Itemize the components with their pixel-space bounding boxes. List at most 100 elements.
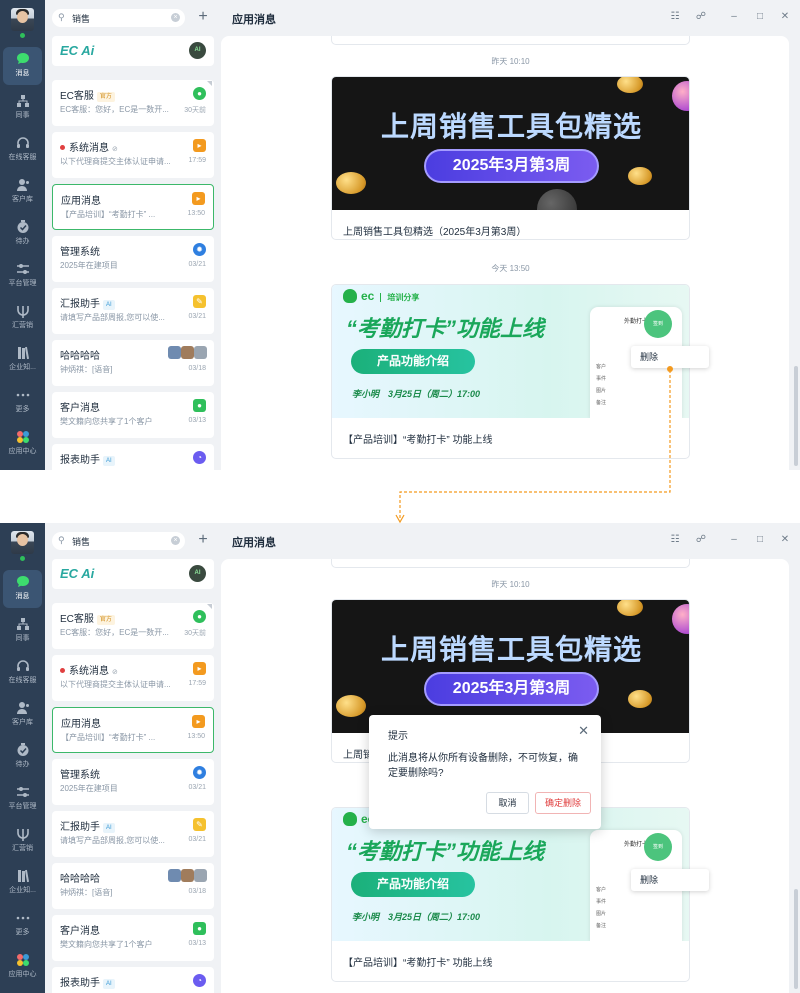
- nav-item-platform[interactable]: 平台管理: [3, 780, 42, 818]
- conversation-item-group[interactable]: 哈哈哈哈 钟炳祺：[语音] 03/18: [52, 863, 214, 909]
- chat-area: 昨天 10:10 上周销售工具包精选 2025年3月第3周 上周销售工具包精选（…: [221, 36, 800, 470]
- scrollbar[interactable]: [794, 889, 798, 989]
- nav-item-online-service[interactable]: 在线客服: [3, 131, 42, 169]
- conversation-item-report-assistant[interactable]: 汇报助手 AI ✎ 请填写产品部周报,您可以使... 03/21: [52, 288, 214, 334]
- nav-item-more[interactable]: 更多: [3, 383, 42, 421]
- maximize-button[interactable]: □: [753, 534, 767, 545]
- conversation-item-customer-messages[interactable]: 客户消息 ● 樊文籍向您共享了1个客户 03/13: [52, 392, 214, 438]
- conversation-item-ec-service[interactable]: EC客服 官方 ● EC客服：您好，EC是一数开... 30天前: [52, 603, 214, 649]
- nav-item-marketing[interactable]: 汇营销: [3, 822, 42, 860]
- clear-search-icon[interactable]: ×: [171, 536, 180, 545]
- org-icon: [16, 95, 29, 107]
- timestamp: 今天 13:50: [491, 264, 530, 273]
- nav-label: 汇营销: [12, 845, 33, 852]
- ai-tag: AI: [103, 979, 115, 989]
- nav-item-messages[interactable]: 消息: [3, 570, 42, 608]
- nav-item-customers[interactable]: 客户库: [3, 696, 42, 734]
- banner-headline: 上周销售工具包精选: [380, 111, 642, 142]
- nav-label: 客户库: [12, 196, 33, 203]
- add-button[interactable]: +: [193, 531, 213, 551]
- cancel-button[interactable]: 取消: [486, 792, 529, 814]
- nav-item-colleagues[interactable]: 同事: [3, 89, 42, 127]
- close-button[interactable]: ✕: [778, 534, 792, 545]
- nav-item-more[interactable]: 更多: [3, 906, 42, 944]
- gift-icon[interactable]: ☷: [668, 11, 682, 22]
- nav-item-online-service[interactable]: 在线客服: [3, 654, 42, 692]
- minimize-button[interactable]: –: [727, 534, 741, 545]
- group-avatars: [168, 869, 207, 882]
- ec-ai-logo: EC Ai: [60, 43, 95, 58]
- conversation-time: 17:59: [188, 157, 206, 164]
- gift-icon[interactable]: ☷: [668, 534, 682, 545]
- ai-bot-icon: AI: [189, 42, 206, 59]
- conversation-item-report-bot[interactable]: 报表助手 AI ◔: [52, 444, 214, 470]
- conversation-item-app-messages[interactable]: 应用消息 ▸ 【产品培训】“考勤打卡” ... 13:50: [52, 184, 214, 230]
- phone-row: 图片: [596, 388, 607, 394]
- avatar[interactable]: [11, 8, 34, 31]
- clear-search-icon[interactable]: ×: [171, 13, 180, 22]
- nav-item-knowledge[interactable]: 企业知...: [3, 341, 42, 379]
- banner-headline: “考勤打卡”功能上线: [346, 839, 545, 864]
- nav-item-messages[interactable]: 消息: [3, 47, 42, 85]
- chat-title: 应用消息: [232, 537, 276, 549]
- conversation-item-report-assistant[interactable]: 汇报助手 AI ✎ 请填写产品部周报,您可以使... 03/21: [52, 811, 214, 857]
- message-card-attendance[interactable]: ec培训分享 “考勤打卡”功能上线 产品功能介绍 李小明 3月25日（周二）17…: [331, 284, 690, 459]
- confirm-delete-button[interactable]: 确定删除: [535, 792, 591, 814]
- close-icon[interactable]: ✕: [578, 723, 589, 739]
- conversation-preview: EC客服：您好，EC是一数开...: [60, 105, 169, 114]
- phone-row: 客户: [596, 364, 607, 370]
- conversation-item-app-messages[interactable]: 应用消息 ▸ 【产品培训】“考勤打卡” ... 13:50: [52, 707, 214, 753]
- conversation-name: EC客服 官方: [60, 610, 115, 625]
- search-icon: ⚲: [58, 535, 65, 545]
- nav-label: 更多: [15, 929, 30, 936]
- nav-item-app-center[interactable]: 应用中心: [3, 948, 42, 986]
- nav-label: 汇营销: [12, 322, 33, 329]
- nav-item-marketing[interactable]: 汇营销: [3, 299, 42, 337]
- nav-item-app-center[interactable]: 应用中心: [3, 425, 42, 463]
- nav-item-todo[interactable]: 待办: [3, 215, 42, 253]
- conversation-item-customer-messages[interactable]: 客户消息 ● 樊文籍向您共享了1个客户 03/13: [52, 915, 214, 961]
- search-input[interactable]: ⚲ 销售 ×: [52, 532, 185, 550]
- nav-item-customers[interactable]: 客户库: [3, 173, 42, 211]
- maximize-button[interactable]: □: [753, 11, 767, 22]
- nav-item-colleagues[interactable]: 同事: [3, 612, 42, 650]
- conversation-item-system[interactable]: 系统消息 ⊘ ▸ 以下代理商提交主体认证申请... 17:59: [52, 655, 214, 701]
- chat-icon: [16, 53, 29, 64]
- conversation-title: 哈哈哈哈: [60, 874, 100, 885]
- conversation-item-management[interactable]: 管理系统 ✹ 2025年在建项目 03/21: [52, 759, 214, 805]
- conversation-item-report-bot[interactable]: 报表助手 AI ◔: [52, 967, 214, 993]
- nav-item-platform[interactable]: 平台管理: [3, 257, 42, 295]
- add-button[interactable]: +: [193, 8, 213, 28]
- nav-label: 消息: [15, 70, 30, 77]
- speaker-icon: ▸: [193, 139, 206, 152]
- banner-image: 上周销售工具包精选 2025年3月第3周: [332, 77, 689, 210]
- conversation-item-management[interactable]: 管理系统 ✹ 2025年在建项目 03/21: [52, 236, 214, 282]
- message-card-attendance[interactable]: ec培训分享 “考勤打卡”功能上线 产品功能介绍 李小明 3月25日（周二）17…: [331, 807, 690, 982]
- avatar[interactable]: [11, 531, 34, 554]
- search-input[interactable]: ⚲ 销售 ×: [52, 9, 185, 27]
- nav-item-todo[interactable]: 待办: [3, 738, 42, 776]
- coin-decoration: [617, 600, 643, 616]
- conversation-item-system[interactable]: 系统消息 ⊘ ▸ 以下代理商提交主体认证申请... 17:59: [52, 132, 214, 178]
- nav-item-knowledge[interactable]: 企业知...: [3, 864, 42, 902]
- phone-row: 备注: [596, 400, 607, 406]
- context-menu-delete[interactable]: 删除: [631, 346, 709, 368]
- minimize-button[interactable]: –: [727, 11, 741, 22]
- conversation-time: 17:59: [188, 680, 206, 687]
- ec-ai-entry[interactable]: EC Ai AI: [52, 559, 214, 589]
- conversation-time: 03/21: [188, 261, 206, 268]
- scrollbar[interactable]: [794, 366, 798, 466]
- trident-icon: [16, 829, 29, 841]
- conversation-item-group[interactable]: 哈哈哈哈 钟炳祺：[语音] 03/18: [52, 340, 214, 386]
- conversation-preview: 以下代理商提交主体认证申请...: [60, 680, 171, 689]
- headset-icon[interactable]: ☍: [694, 534, 708, 545]
- planet-decoration: [672, 604, 689, 634]
- close-button[interactable]: ✕: [778, 11, 792, 22]
- conversation-item-ec-service[interactable]: EC客服 官方 ● EC客服：您好，EC是一数开... 30天前: [52, 80, 214, 126]
- nav-label: 在线客服: [8, 677, 37, 684]
- ec-ai-entry[interactable]: EC Ai AI: [52, 36, 214, 66]
- message-card-sales-kit[interactable]: 上周销售工具包精选 2025年3月第3周 上周销售工具包精选（2025年3月第3…: [331, 76, 690, 240]
- banner-pill: 产品功能介绍: [351, 872, 475, 897]
- headset-icon[interactable]: ☍: [694, 11, 708, 22]
- context-menu-delete[interactable]: 删除: [631, 869, 709, 891]
